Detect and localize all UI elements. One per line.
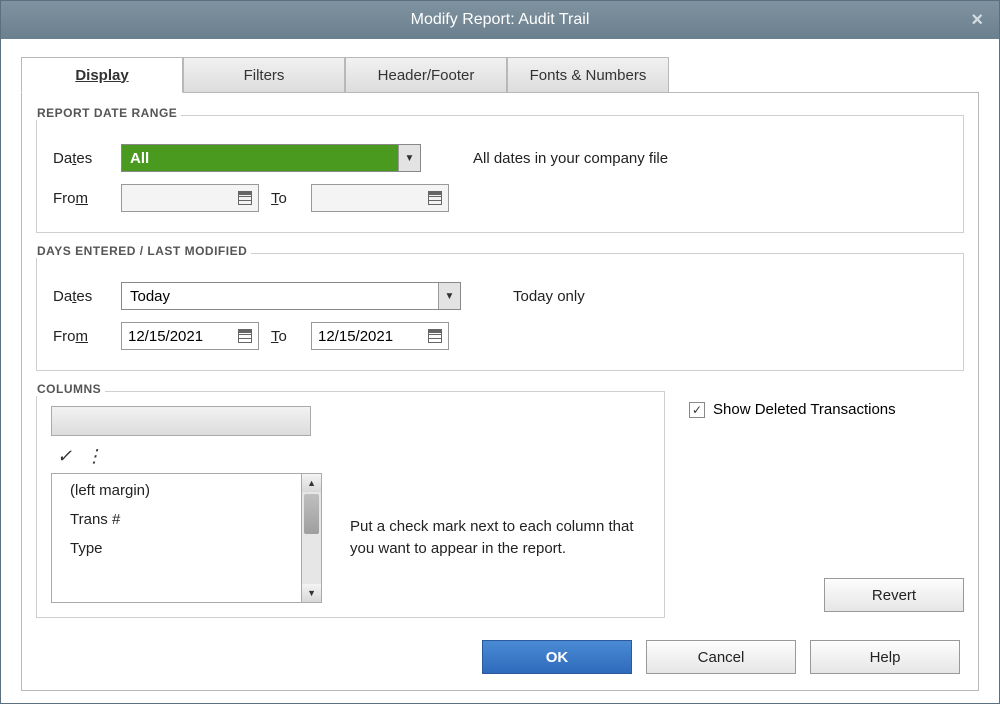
tab-strip: Display Filters Header/Footer Fonts & Nu… [21, 57, 979, 93]
titlebar: Modify Report: Audit Trail × [1, 1, 999, 39]
calendar-icon [428, 329, 442, 343]
tab-display[interactable]: Display [21, 57, 183, 93]
modified-from-date-input[interactable]: 12/15/2021 [121, 322, 259, 350]
list-item[interactable]: Type [70, 540, 283, 557]
columns-group: COLUMNS ✓ ⋮ (left margin) Trans # Type ▲ [36, 391, 665, 618]
calendar-icon [238, 329, 252, 343]
tab-filters[interactable]: Filters [183, 57, 345, 93]
modified-to-date-input[interactable]: 12/15/2021 [311, 322, 449, 350]
dates-label: Dates [53, 288, 109, 305]
days-modified-group: DAYS ENTERED / LAST MODIFIED Dates Today… [36, 253, 964, 371]
dates-hint: All dates in your company file [473, 150, 668, 167]
to-label: To [271, 190, 299, 207]
list-item[interactable]: (left margin) [70, 482, 283, 499]
dialog-content: Display Filters Header/Footer Fonts & Nu… [1, 39, 999, 703]
checkbox-icon: ✓ [689, 402, 705, 418]
modified-dates-dropdown[interactable]: Today ▼ [121, 282, 461, 310]
display-panel: REPORT DATE RANGE Dates All ▼ All dates … [21, 92, 979, 691]
to-label: To [271, 328, 299, 345]
right-controls: ✓ Show Deleted Transactions Revert [689, 391, 964, 618]
scroll-down-icon[interactable]: ▼ [302, 584, 321, 602]
dates-dropdown[interactable]: All ▼ [121, 144, 421, 172]
chevron-down-icon: ▼ [438, 283, 460, 309]
from-date-input[interactable] [121, 184, 259, 212]
dialog-footer: OK Cancel Help [36, 640, 964, 674]
list-items: (left margin) Trans # Type [52, 474, 301, 602]
check-header-icon: ✓ ⋮ [57, 446, 650, 467]
group-legend: DAYS ENTERED / LAST MODIFIED [33, 244, 251, 258]
show-deleted-checkbox[interactable]: ✓ Show Deleted Transactions [689, 401, 964, 418]
columns-filter-input[interactable] [51, 406, 311, 436]
modified-dates-hint: Today only [513, 288, 585, 305]
window-title: Modify Report: Audit Trail [411, 11, 590, 29]
columns-help-text: Put a check mark next to each column tha… [350, 516, 650, 561]
columns-area: COLUMNS ✓ ⋮ (left margin) Trans # Type ▲ [36, 391, 964, 618]
help-button[interactable]: Help [810, 640, 960, 674]
scrollbar[interactable]: ▲ ▼ [301, 474, 321, 602]
dates-label: Dates [53, 150, 109, 167]
to-date-input[interactable] [311, 184, 449, 212]
columns-listbox[interactable]: (left margin) Trans # Type ▲ ▼ [51, 473, 322, 603]
cancel-button[interactable]: Cancel [646, 640, 796, 674]
scroll-up-icon[interactable]: ▲ [302, 474, 321, 492]
scroll-thumb[interactable] [304, 494, 319, 534]
calendar-icon [428, 191, 442, 205]
close-icon[interactable]: × [971, 9, 983, 32]
chevron-down-icon: ▼ [398, 145, 420, 171]
revert-button[interactable]: Revert [824, 578, 964, 612]
modify-report-dialog: Modify Report: Audit Trail × Display Fil… [0, 0, 1000, 704]
tab-fonts-numbers[interactable]: Fonts & Numbers [507, 57, 669, 93]
group-legend: COLUMNS [33, 382, 105, 396]
calendar-icon [238, 191, 252, 205]
ok-button[interactable]: OK [482, 640, 632, 674]
group-legend: REPORT DATE RANGE [33, 106, 181, 120]
from-label: From [53, 190, 109, 207]
from-label: From [53, 328, 109, 345]
tab-header-footer[interactable]: Header/Footer [345, 57, 507, 93]
list-item[interactable]: Trans # [70, 511, 283, 528]
report-date-range-group: REPORT DATE RANGE Dates All ▼ All dates … [36, 115, 964, 233]
